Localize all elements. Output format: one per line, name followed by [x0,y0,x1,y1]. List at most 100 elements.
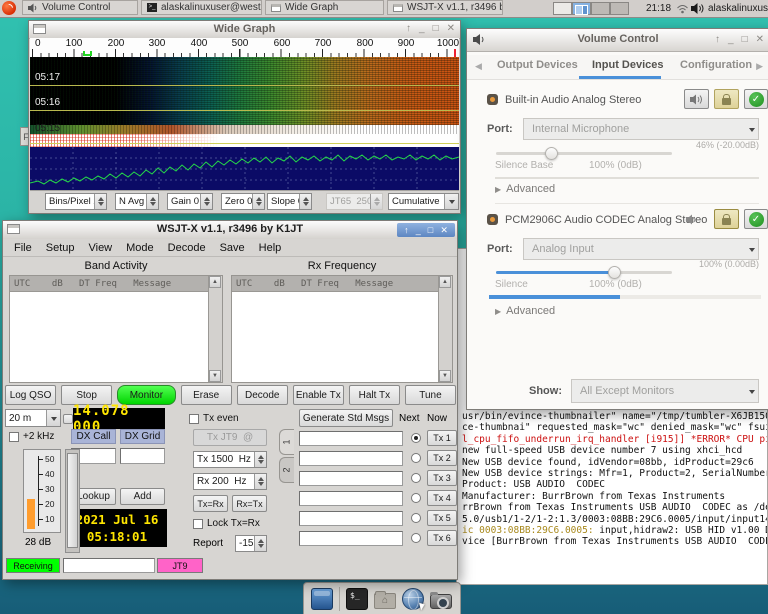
slider-thumb[interactable] [67,453,78,548]
close-icon[interactable]: ✕ [447,23,455,35]
screenshot-icon[interactable] [430,594,452,609]
maximize-icon[interactable]: □ [428,226,433,235]
tab-configuration[interactable]: Configuration [680,59,752,71]
menu-file[interactable]: File [7,242,39,254]
tx-3-button[interactable]: Tx 3 [427,470,457,486]
waterfall[interactable]: 05:17 05:16 [30,57,459,125]
add-button[interactable]: Add [120,488,165,505]
palette-combo[interactable]: Cumulative [388,193,459,210]
shade-icon[interactable]: ↑ [404,226,409,235]
waterfall-blank-band[interactable] [30,134,459,147]
tx-freq-spinner[interactable]: Tx 1500 Hz [193,451,267,468]
menu-help[interactable]: Help [252,242,289,254]
volume-slider-builtin[interactable] [496,152,672,155]
tab-input-devices[interactable]: Input Devices [592,59,664,71]
close-icon[interactable]: ✕ [440,226,448,235]
app-menu-icon[interactable] [2,1,16,15]
tab-scroll-right-icon[interactable]: ▶ [756,61,763,72]
scroll-down-icon[interactable]: ▼ [209,370,221,382]
show-desktop-icon[interactable] [311,588,333,610]
slope-spinner[interactable]: Slope 0.0 [267,193,312,210]
minimize-icon[interactable]: _ [419,23,425,35]
shade-icon[interactable]: ↑ [406,23,411,35]
log-qso-button[interactable]: Log QSO [5,385,56,405]
slider-handle[interactable] [608,266,621,279]
close-icon[interactable]: ✕ [756,34,764,46]
spin-buttons[interactable] [200,194,212,209]
menu-view[interactable]: View [81,242,119,254]
file-manager-icon[interactable]: ⌂ [374,593,396,609]
spin-buttons[interactable] [254,536,266,551]
waterfall-gain-slider[interactable] [65,449,80,553]
spin-buttons[interactable] [254,474,266,489]
frequency-scale[interactable]: 0 100 200 300 400 500 600 700 800 900 10… [30,38,459,58]
tx-message-2-field[interactable] [299,451,403,466]
minimize-icon[interactable]: _ [416,226,421,235]
advanced-expander-pcm2906c[interactable]: ▶ Advanced [495,305,555,317]
checkbox-icon[interactable] [9,432,19,442]
tx-next-radio-4[interactable] [411,493,421,503]
rx-eq-tx-button[interactable]: Rx=Tx [232,495,267,512]
wsjtx-titlebar[interactable]: WSJT-X v1.1, r3496 by K1JT ↑ _ □ ✕ [3,221,457,240]
tx-even-checkbox[interactable]: Tx even [189,413,239,424]
tx-next-radio-5[interactable] [411,513,421,523]
tx-message-6-field[interactable] [299,531,403,546]
erase-button[interactable]: Erase [181,385,232,405]
slider-handle[interactable] [545,147,558,160]
mute-button[interactable] [684,89,709,109]
tx-message-3-field[interactable] [299,471,403,486]
tx-message-1-field[interactable] [299,431,403,446]
show-combo[interactable]: All Except Monitors [571,379,759,403]
tx-message-4-field[interactable] [299,491,403,506]
tx-4-button[interactable]: Tx 4 [427,490,457,506]
network-icon[interactable] [676,3,689,14]
menu-save[interactable]: Save [213,242,252,254]
maximize-icon[interactable]: □ [433,23,439,35]
wide-graph-titlebar[interactable]: Wide Graph ↑ _ □ ✕ [29,21,460,39]
workspace-1[interactable] [553,2,572,15]
spin-buttons[interactable] [252,194,264,209]
checkbox-icon[interactable] [189,414,199,424]
lock-txrx-checkbox[interactable]: Lock Tx=Rx [193,518,260,529]
report-spinner[interactable]: -15 [235,535,267,552]
checkbox-icon[interactable] [193,519,203,529]
taskbar-wsjtx[interactable]: WSJT-X v1.1, r3496 by ... [387,0,503,15]
waterfall-old-band[interactable]: 05:15 [30,125,459,134]
rx-frequency-list[interactable]: UTC dB DT Freq Message ▲ ▼ [231,275,453,383]
shade-icon[interactable]: ↑ [715,34,720,46]
spin-buttons[interactable] [94,194,106,209]
tx-6-button[interactable]: Tx 6 [427,530,457,546]
tx-2-button[interactable]: Tx 2 [427,450,457,466]
msg-tab-1[interactable]: 1 [279,429,294,455]
tx-message-5-field[interactable] [299,511,403,526]
scroll-up-icon[interactable]: ▲ [439,276,451,288]
workspace-2[interactable] [572,2,591,15]
terminal-icon[interactable]: $_ [346,588,368,610]
tx-1-button[interactable]: Tx 1 [427,430,457,446]
decode-button[interactable]: Decode [237,385,288,405]
spin-buttons[interactable] [146,194,158,209]
menu-decode[interactable]: Decode [161,242,213,254]
tx-next-radio-1[interactable] [411,433,421,443]
band-mini-button[interactable] [63,414,73,424]
scroll-up-icon[interactable]: ▲ [209,276,221,288]
zero-spinner[interactable]: Zero 0 [221,193,265,210]
tx-next-radio-3[interactable] [411,473,421,483]
lock-channels-button[interactable] [714,209,739,229]
tab-scroll-left-icon[interactable]: ◀ [475,61,482,72]
generate-std-msgs-button[interactable]: Generate Std Msgs [299,409,393,427]
volume-slider-pcm2906c[interactable] [496,271,672,274]
scrollbar[interactable]: ▲ ▼ [438,276,452,382]
taskbar-volume-control[interactable]: Volume Control [22,0,138,15]
tx-next-radio-6[interactable] [411,533,421,543]
volume-control-titlebar[interactable]: Volume Control ↑ _ □ ✕ [467,29,768,52]
msg-tab-2[interactable]: 2 [279,457,294,483]
set-fallback-button[interactable]: ✓ [744,209,768,229]
gain-spinner[interactable]: Gain 0 [167,193,213,210]
dx-grid-field[interactable] [120,448,165,464]
taskbar-wide-graph[interactable]: Wide Graph [265,0,384,15]
rx-freq-spinner[interactable]: Rx 200 Hz [193,473,267,490]
band-combo[interactable]: 20 m [5,409,61,427]
spectrum-plot[interactable] [30,147,459,190]
speaker-icon[interactable] [686,214,699,225]
